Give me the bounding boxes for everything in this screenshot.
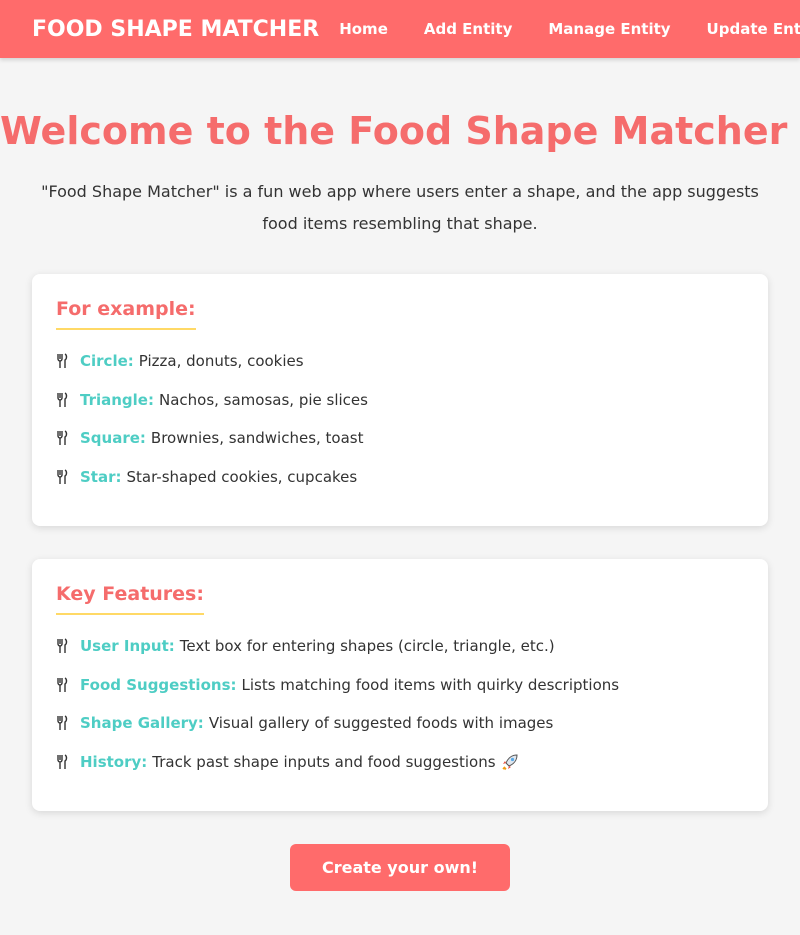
list-item: Shape Gallery: Visual gallery of suggest… [56, 704, 744, 743]
features-list: User Input: Text box for entering shapes… [56, 627, 744, 781]
list-item: History: Track past shape inputs and foo… [56, 743, 744, 782]
list-item: Food Suggestions: Lists matching food it… [56, 666, 744, 705]
utensils-icon [57, 392, 68, 407]
utensils-icon [57, 353, 68, 369]
nav-link-home[interactable]: Home [339, 20, 388, 38]
top-navbar: FOOD SHAPE MATCHER Home Add Entity Manag… [0, 0, 800, 58]
item-label: History: [80, 752, 148, 771]
examples-card: For example: Circle: Pizza, donuts, cook… [32, 274, 768, 526]
item-text: Pizza, donuts, cookies [138, 352, 304, 371]
item-label: Square: [80, 429, 146, 448]
utensils-icon [57, 638, 68, 654]
item-text: Brownies, sandwiches, toast [150, 429, 364, 448]
intro-text: "Food Shape Matcher" is a fun web app wh… [41, 182, 759, 233]
item-label: User Input: [80, 637, 175, 656]
list-item: Triangle: Nachos, samosas, pie slices [56, 381, 744, 420]
utensils-icon [57, 469, 68, 484]
item-text: Nachos, samosas, pie slices [158, 390, 368, 409]
nav-link-manage-entity[interactable]: Manage Entity [548, 20, 670, 38]
utensils-icon [57, 715, 68, 731]
rocket-icon [501, 753, 519, 771]
nav-link-update-entity[interactable]: Update Entity [707, 20, 800, 38]
item-text: Visual gallery of suggested foods with i… [208, 714, 554, 733]
list-item: User Input: Text box for entering shapes… [56, 627, 744, 666]
item-label: Star: [80, 467, 122, 486]
item-label: Circle: [80, 352, 134, 371]
nav-link-add-entity[interactable]: Add Entity [424, 20, 513, 38]
brand-title[interactable]: FOOD SHAPE MATCHER [32, 17, 319, 42]
features-card: Key Features: User Input: Text box for e… [32, 559, 768, 811]
item-text: Lists matching food items with quirky de… [241, 675, 620, 694]
features-title: Key Features: [56, 583, 204, 615]
page-title-text: Welcome to the Food Shape Matcher [0, 109, 788, 153]
item-label: Food Suggestions: [80, 675, 237, 694]
examples-title: For example: [56, 298, 196, 330]
item-label: Triangle: [80, 390, 154, 409]
hero-section: Welcome to the Food Shape Matcher "Food … [0, 58, 800, 240]
examples-list: Circle: Pizza, donuts, cookies Triangle:… [56, 342, 744, 496]
utensils-icon [57, 430, 68, 446]
list-item: Square: Brownies, sandwiches, toast [56, 419, 744, 458]
item-text: Star-shaped cookies, cupcakes [126, 467, 358, 486]
page-title: Welcome to the Food Shape Matcher [0, 108, 800, 154]
list-item: Circle: Pizza, donuts, cookies [56, 342, 744, 381]
cta-container: Create your own! [0, 844, 800, 891]
utensils-icon [57, 754, 68, 769]
list-item: Star: Star-shaped cookies, cupcakes [56, 458, 744, 497]
utensils-icon [57, 677, 68, 692]
create-your-own-button[interactable]: Create your own! [289, 844, 511, 891]
item-text: Text box for entering shapes (circle, tr… [179, 637, 555, 656]
item-label: Shape Gallery: [80, 714, 204, 733]
item-text: Track past shape inputs and food suggest… [152, 752, 496, 771]
nav-links: Home Add Entity Manage Entity Update Ent… [339, 20, 800, 38]
